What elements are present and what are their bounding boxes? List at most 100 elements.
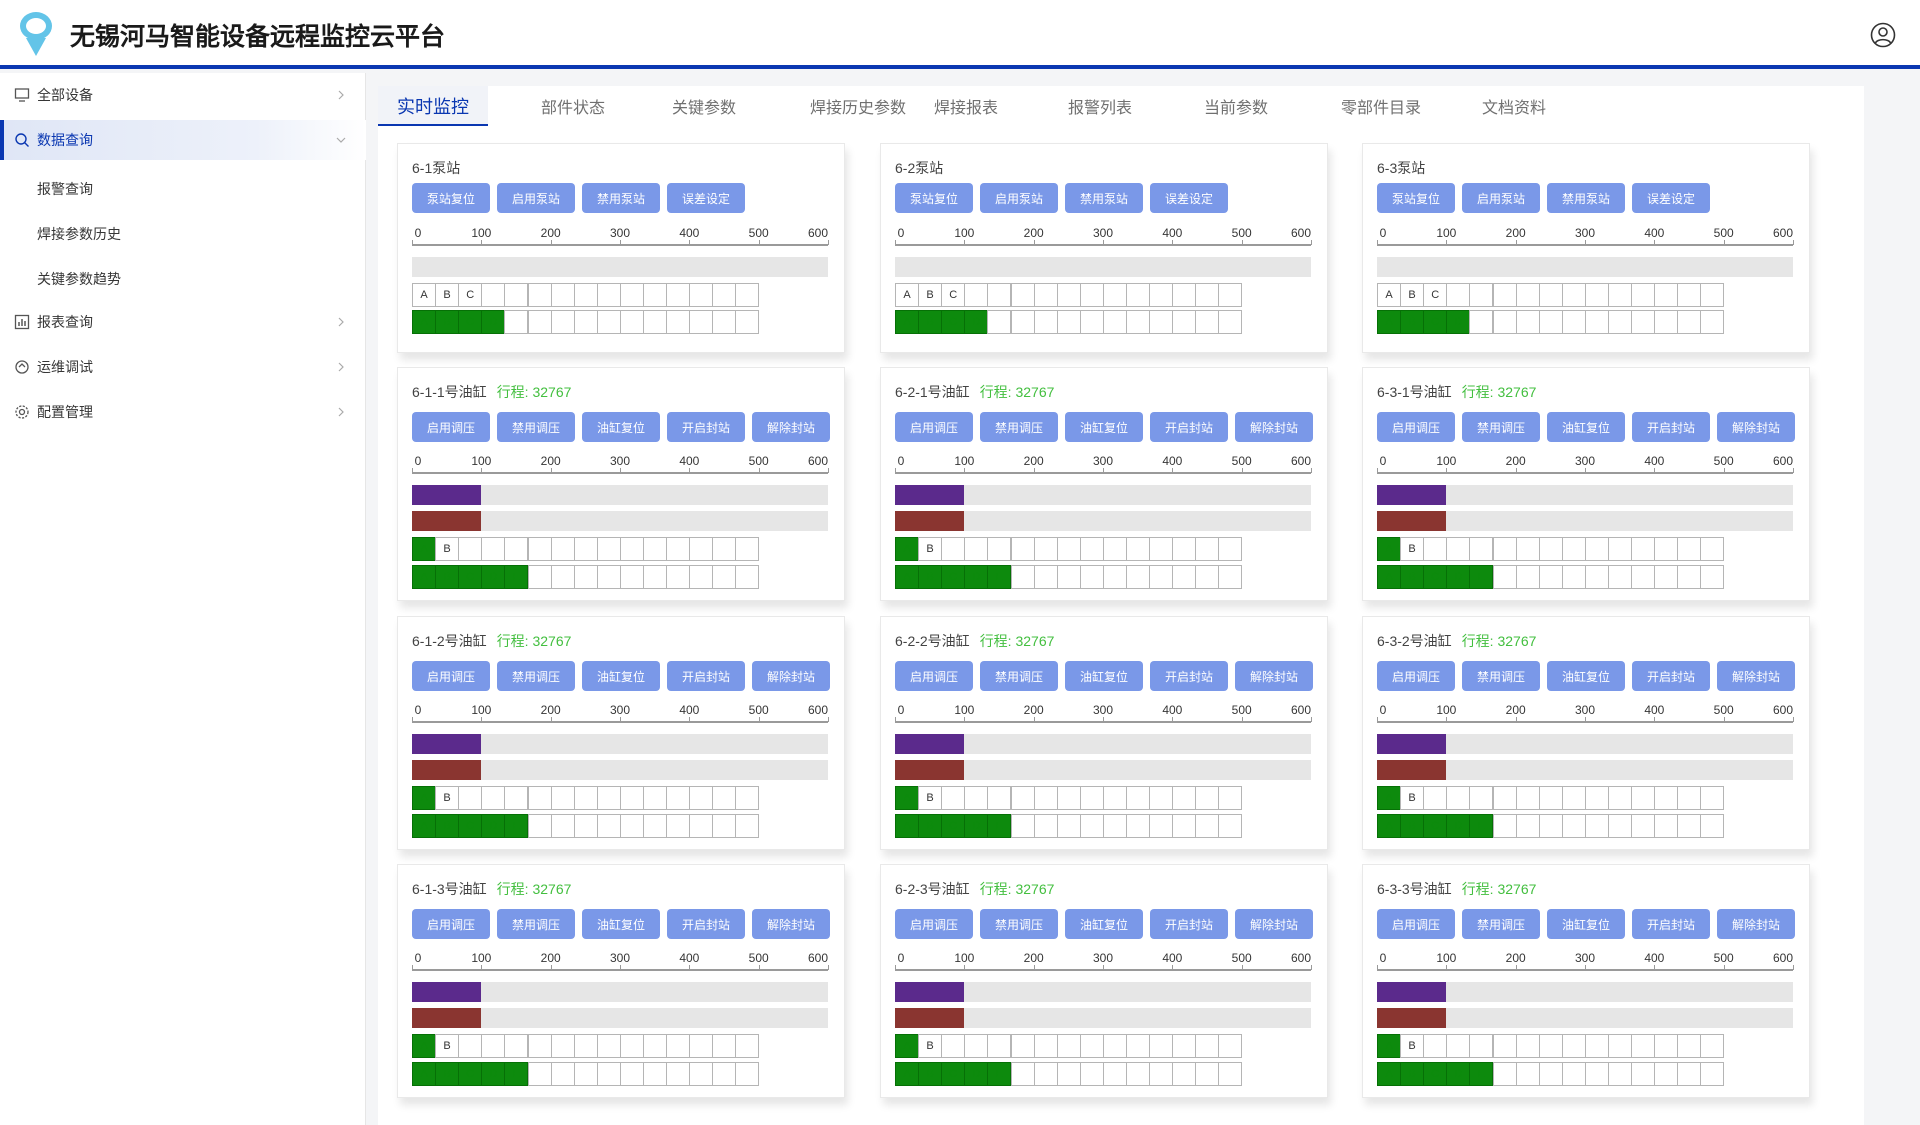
action-button[interactable]: 开启封站 xyxy=(667,909,745,939)
action-button[interactable]: 解除封站 xyxy=(1717,909,1795,939)
action-button[interactable]: 油缸复位 xyxy=(582,909,660,939)
status-cell xyxy=(596,1062,621,1086)
action-button[interactable]: 开启封站 xyxy=(667,661,745,691)
action-button[interactable]: 启用调压 xyxy=(1377,661,1455,691)
status-cell xyxy=(1079,1062,1104,1086)
action-button[interactable]: 禁用调压 xyxy=(497,661,575,691)
sidebar-subitem-alarm-query[interactable]: 报警查询 xyxy=(37,179,93,199)
action-button[interactable]: 禁用调压 xyxy=(980,909,1058,939)
sidebar-subitem-weld-history[interactable]: 焊接参数历史 xyxy=(37,224,121,244)
action-button[interactable]: 误差设定 xyxy=(1632,183,1710,213)
action-button[interactable]: 油缸复位 xyxy=(1547,909,1625,939)
status-cell: C xyxy=(458,283,483,307)
action-button[interactable]: 禁用调压 xyxy=(497,412,575,442)
action-button[interactable]: 开启封站 xyxy=(1150,909,1228,939)
status-cell: A xyxy=(412,1034,436,1058)
action-button[interactable]: 油缸复位 xyxy=(1065,909,1143,939)
action-button[interactable]: 开启封站 xyxy=(1632,412,1710,442)
status-cell: C xyxy=(941,283,966,307)
sidebar-item-report[interactable]: 报表查询 xyxy=(0,302,366,342)
tab-7[interactable]: 零部件目录 xyxy=(1318,86,1444,126)
action-button[interactable]: 禁用调压 xyxy=(980,412,1058,442)
sidebar-item-all-devices[interactable]: 全部设备 xyxy=(0,75,366,115)
action-button[interactable]: 解除封站 xyxy=(1717,412,1795,442)
action-button[interactable]: 误差设定 xyxy=(1150,183,1228,213)
action-button[interactable]: 禁用泵站 xyxy=(1065,183,1143,213)
action-button[interactable]: 解除封站 xyxy=(1717,661,1795,691)
action-button[interactable]: 禁用泵站 xyxy=(582,183,660,213)
action-button[interactable]: 禁用调压 xyxy=(1462,909,1540,939)
action-button[interactable]: 解除封站 xyxy=(752,412,830,442)
action-button[interactable]: 启用调压 xyxy=(895,909,973,939)
tab-2[interactable]: 关键参数 xyxy=(654,86,754,126)
action-button[interactable]: 开启封站 xyxy=(1632,909,1710,939)
action-button[interactable]: 启用调压 xyxy=(1377,412,1455,442)
ruler-tick-label: 200 xyxy=(540,226,561,240)
chevron-right-icon xyxy=(338,90,344,100)
action-button[interactable]: 启用调压 xyxy=(412,909,490,939)
action-button[interactable]: 解除封站 xyxy=(752,909,830,939)
action-button[interactable]: 开启封站 xyxy=(1632,661,1710,691)
ruler-scale: 0 100 200 300 400 500 600 xyxy=(1377,951,1794,975)
tab-5[interactable]: 报警列表 xyxy=(1050,86,1150,126)
action-button[interactable]: 解除封站 xyxy=(1235,661,1313,691)
sidebar-item-ops[interactable]: 运维调试 xyxy=(0,347,366,387)
chevron-right-icon xyxy=(338,362,344,372)
tab-8[interactable]: 文档资料 xyxy=(1464,86,1564,126)
action-button[interactable]: 油缸复位 xyxy=(1547,661,1625,691)
action-button[interactable]: 禁用调压 xyxy=(1462,661,1540,691)
sidebar: 全部设备 数据查询 报警查询 焊接参数历史 关键参数趋势 报表查询 运维调试 配… xyxy=(0,73,366,1125)
tab-3[interactable]: 焊接历史参数 xyxy=(788,86,928,126)
action-button[interactable]: 启用泵站 xyxy=(980,183,1058,213)
tab-4[interactable]: 焊接报表 xyxy=(916,86,1016,126)
action-button[interactable]: 解除封站 xyxy=(1235,412,1313,442)
action-button[interactable]: 开启封站 xyxy=(1150,661,1228,691)
action-button[interactable]: 禁用调压 xyxy=(1462,412,1540,442)
sidebar-item-label: 报表查询 xyxy=(37,314,93,330)
pressure-fill-brown xyxy=(412,760,482,780)
action-button[interactable]: 启用调压 xyxy=(895,412,973,442)
action-button[interactable]: 油缸复位 xyxy=(1065,661,1143,691)
action-button[interactable]: 油缸复位 xyxy=(1547,412,1625,442)
action-button[interactable]: 开启封站 xyxy=(667,412,745,442)
action-button[interactable]: 启用调压 xyxy=(412,661,490,691)
progress-track xyxy=(895,257,1311,277)
status-cell xyxy=(619,283,644,307)
tab-0[interactable]: 实时监控 xyxy=(378,86,488,126)
action-button[interactable]: 泵站复位 xyxy=(1377,183,1455,213)
action-button[interactable]: 启用泵站 xyxy=(497,183,575,213)
status-cell xyxy=(1056,786,1081,810)
action-button[interactable]: 禁用调压 xyxy=(980,661,1058,691)
ruler-tick-label: 500 xyxy=(1231,703,1252,717)
action-button[interactable]: 启用泵站 xyxy=(1462,183,1540,213)
action-button[interactable]: 油缸复位 xyxy=(1065,412,1143,442)
sidebar-subitem-key-trend[interactable]: 关键参数趋势 xyxy=(37,269,121,289)
user-icon[interactable] xyxy=(1870,22,1896,48)
status-cell: A xyxy=(895,537,919,561)
action-button[interactable]: 误差设定 xyxy=(667,183,745,213)
status-cell xyxy=(527,786,552,810)
action-button[interactable]: 启用调压 xyxy=(1377,909,1455,939)
tab-6[interactable]: 当前参数 xyxy=(1186,86,1286,126)
action-button[interactable]: 泵站复位 xyxy=(895,183,973,213)
ruler-tick-label: 300 xyxy=(609,226,631,240)
action-button[interactable]: 禁用调压 xyxy=(497,909,575,939)
sidebar-item-config[interactable]: 配置管理 xyxy=(0,392,366,432)
action-button[interactable]: 启用调压 xyxy=(412,412,490,442)
status-cell: A xyxy=(412,310,436,334)
action-button[interactable]: 禁用泵站 xyxy=(1547,183,1625,213)
status-row-top: AB xyxy=(412,537,828,561)
status-cell xyxy=(1700,310,1725,334)
action-button[interactable]: 解除封站 xyxy=(752,661,830,691)
app-header: 无锡河马智能设备远程监控云平台 xyxy=(0,0,1920,69)
cylinder-name: 6-3-2号油缸 xyxy=(1377,633,1452,649)
ruler-tick-label: 600 xyxy=(807,226,829,240)
tab-1[interactable]: 部件状态 xyxy=(518,86,628,126)
action-button[interactable]: 泵站复位 xyxy=(412,183,490,213)
action-button[interactable]: 开启封站 xyxy=(1150,412,1228,442)
action-button[interactable]: 油缸复位 xyxy=(582,661,660,691)
action-button[interactable]: 油缸复位 xyxy=(582,412,660,442)
action-button[interactable]: 启用调压 xyxy=(895,661,973,691)
action-button[interactable]: 解除封站 xyxy=(1235,909,1313,939)
sidebar-item-data-query[interactable]: 数据查询 xyxy=(0,120,366,160)
